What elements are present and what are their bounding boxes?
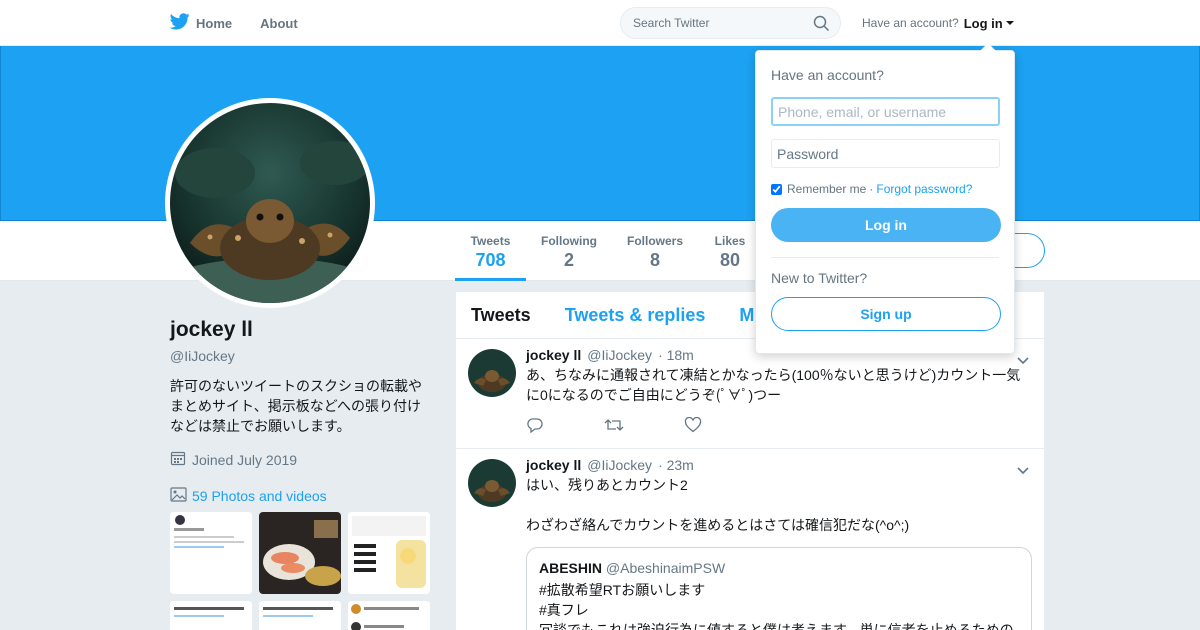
tweet-text: あ、ちなみに通報されて凍結とかなったら(100％ないと思うけど)カウント一気に0… bbox=[526, 367, 1021, 403]
chevron-down-icon[interactable] bbox=[1016, 353, 1030, 371]
separator-dot: · bbox=[869, 182, 874, 196]
stat-followers[interactable]: Followers 8 bbox=[620, 221, 690, 281]
tweet[interactable]: jockey ll @IiJockey · 23m はい、残りあとカウント2 わ… bbox=[456, 449, 1044, 630]
tab-media[interactable]: M bbox=[739, 305, 754, 326]
stat-label: Likes bbox=[714, 234, 746, 248]
forgot-password-link[interactable]: Forgot password? bbox=[876, 182, 972, 196]
stat-following[interactable]: Following 2 bbox=[533, 221, 605, 281]
stat-value: 2 bbox=[563, 250, 574, 270]
tweet-text-line: はい、残りあとカウント2 bbox=[526, 477, 688, 493]
profile-handle[interactable]: @IiJockey bbox=[170, 348, 432, 364]
tweet-body: jockey ll @IiJockey · 18m あ、ちなみに通報されて凍結と… bbox=[526, 339, 1044, 448]
chevron-down-icon[interactable] bbox=[1016, 463, 1030, 481]
tweet-timestamp[interactable]: · 18m bbox=[658, 347, 694, 363]
quoted-tweet[interactable]: ABESHIN @AbeshinaimPSW #拡散希望RTお願いします #真フ… bbox=[526, 547, 1032, 630]
remember-me-checkbox[interactable] bbox=[771, 183, 782, 195]
sea-turtle-photo bbox=[170, 103, 370, 303]
tweet-author-name[interactable]: jockey ll bbox=[526, 347, 581, 363]
stat-label: Tweets bbox=[470, 234, 511, 248]
tab-tweets[interactable]: Tweets bbox=[471, 305, 531, 326]
stat-value: 80 bbox=[719, 250, 741, 270]
quote-text-line: #拡散希望RTお願いします bbox=[539, 582, 706, 598]
like-heart-icon[interactable] bbox=[684, 416, 702, 438]
tweet-header: jockey ll @IiJockey · 23m bbox=[526, 457, 1032, 473]
username-field[interactable] bbox=[771, 97, 1000, 126]
photo-thumbnail[interactable] bbox=[170, 601, 252, 630]
tab-tweets-and-replies[interactable]: Tweets & replies bbox=[565, 305, 706, 326]
stat-label: Following bbox=[541, 234, 597, 248]
photo-thumbnail[interactable] bbox=[348, 512, 430, 594]
profile-joined-date: Joined July 2019 bbox=[170, 450, 432, 469]
account-prompt: Have an account? bbox=[862, 16, 959, 30]
tweet-body: jockey ll @IiJockey · 23m はい、残りあとカウント2 わ… bbox=[526, 449, 1044, 630]
photo-thumbnail[interactable] bbox=[348, 601, 430, 630]
tweet-author-handle[interactable]: @IiJockey bbox=[587, 457, 652, 473]
remember-row: Remember me · Forgot password? bbox=[771, 182, 999, 196]
tweet-timestamp[interactable]: · 23m bbox=[658, 457, 694, 473]
quote-author-name: ABESHIN bbox=[539, 560, 603, 576]
retweet-icon[interactable] bbox=[604, 417, 624, 438]
profile-card: jockey ll @IiJockey 許可のないツイートのスクショの転載やまと… bbox=[170, 318, 432, 505]
image-icon bbox=[170, 487, 192, 505]
about-nav-link[interactable]: About bbox=[260, 0, 298, 46]
stat-value: 708 bbox=[475, 250, 506, 270]
remember-me-label[interactable]: Remember me bbox=[787, 182, 866, 196]
tweet-avatar[interactable] bbox=[468, 349, 516, 397]
top-navigation-bar: Home About Have an account? Log in bbox=[0, 0, 1200, 46]
photo-thumbnail[interactable] bbox=[259, 601, 341, 630]
profile-bio: 許可のないツイートのスクショの転載やまとめサイト、掲示板などへの張り付けなどは禁… bbox=[170, 378, 422, 434]
quote-author-handle: @AbeshinaimPSW bbox=[605, 560, 726, 576]
tweet[interactable]: jockey ll @IiJockey · 18m あ、ちなみに通報されて凍結と… bbox=[456, 339, 1044, 449]
home-nav-link[interactable]: Home bbox=[169, 0, 233, 46]
photo-grid bbox=[170, 512, 432, 630]
quote-text-line: 冗談でもこれは強迫行為に値すると僕は考えます。単に信者を止めるための bbox=[539, 622, 1014, 630]
photos-label: 59 Photos and videos bbox=[192, 488, 327, 504]
home-nav-label: Home bbox=[196, 15, 233, 31]
profile-avatar[interactable] bbox=[165, 98, 375, 308]
new-to-twitter-text: New to Twitter? bbox=[771, 270, 868, 286]
caret-down-icon bbox=[1005, 21, 1014, 25]
reply-icon[interactable] bbox=[526, 417, 544, 438]
login-dropdown-toggle[interactable]: Log in bbox=[964, 16, 1014, 31]
stat-likes[interactable]: Likes 80 bbox=[706, 221, 754, 281]
profile-name[interactable]: jockey ll bbox=[170, 318, 432, 342]
dropdown-notch bbox=[980, 43, 996, 51]
photos-and-videos-link[interactable]: 59 Photos and videos bbox=[170, 487, 432, 505]
password-field[interactable] bbox=[771, 139, 1000, 168]
global-nav: Home About bbox=[169, 0, 326, 46]
login-dropdown: Have an account? Remember me · Forgot pa… bbox=[755, 43, 1015, 354]
photo-thumbnail[interactable] bbox=[259, 512, 341, 594]
dropdown-divider bbox=[771, 257, 999, 258]
search-input[interactable] bbox=[633, 16, 803, 30]
tweet-text-line: わざわざ絡んでカウントを進めるとはさては確信犯だな(^o^;) bbox=[526, 517, 910, 533]
search-box bbox=[620, 7, 841, 39]
joined-text: Joined July 2019 bbox=[192, 451, 298, 468]
login-dropdown-title: Have an account? bbox=[771, 67, 884, 83]
stat-label: Followers bbox=[626, 234, 683, 248]
signup-button[interactable]: Sign up bbox=[771, 297, 1001, 331]
stat-tweets[interactable]: Tweets 708 bbox=[455, 221, 526, 281]
tweet-avatar[interactable] bbox=[468, 459, 516, 507]
tweet-author-name[interactable]: jockey ll bbox=[526, 457, 581, 473]
photo-thumbnail[interactable] bbox=[170, 512, 252, 594]
stat-value: 8 bbox=[649, 250, 660, 270]
login-toggle-label: Log in bbox=[963, 15, 1003, 31]
account-area: Have an account? Log in bbox=[862, 0, 1014, 46]
quote-text-line: #真フレ bbox=[539, 602, 589, 618]
twitter-bird-icon bbox=[169, 13, 190, 33]
calendar-icon bbox=[170, 450, 192, 469]
tweet-actions bbox=[526, 416, 1032, 448]
tweet-author-handle[interactable]: @IiJockey bbox=[587, 347, 652, 363]
login-submit-button[interactable]: Log in bbox=[771, 208, 1001, 242]
search-icon[interactable] bbox=[813, 15, 830, 37]
